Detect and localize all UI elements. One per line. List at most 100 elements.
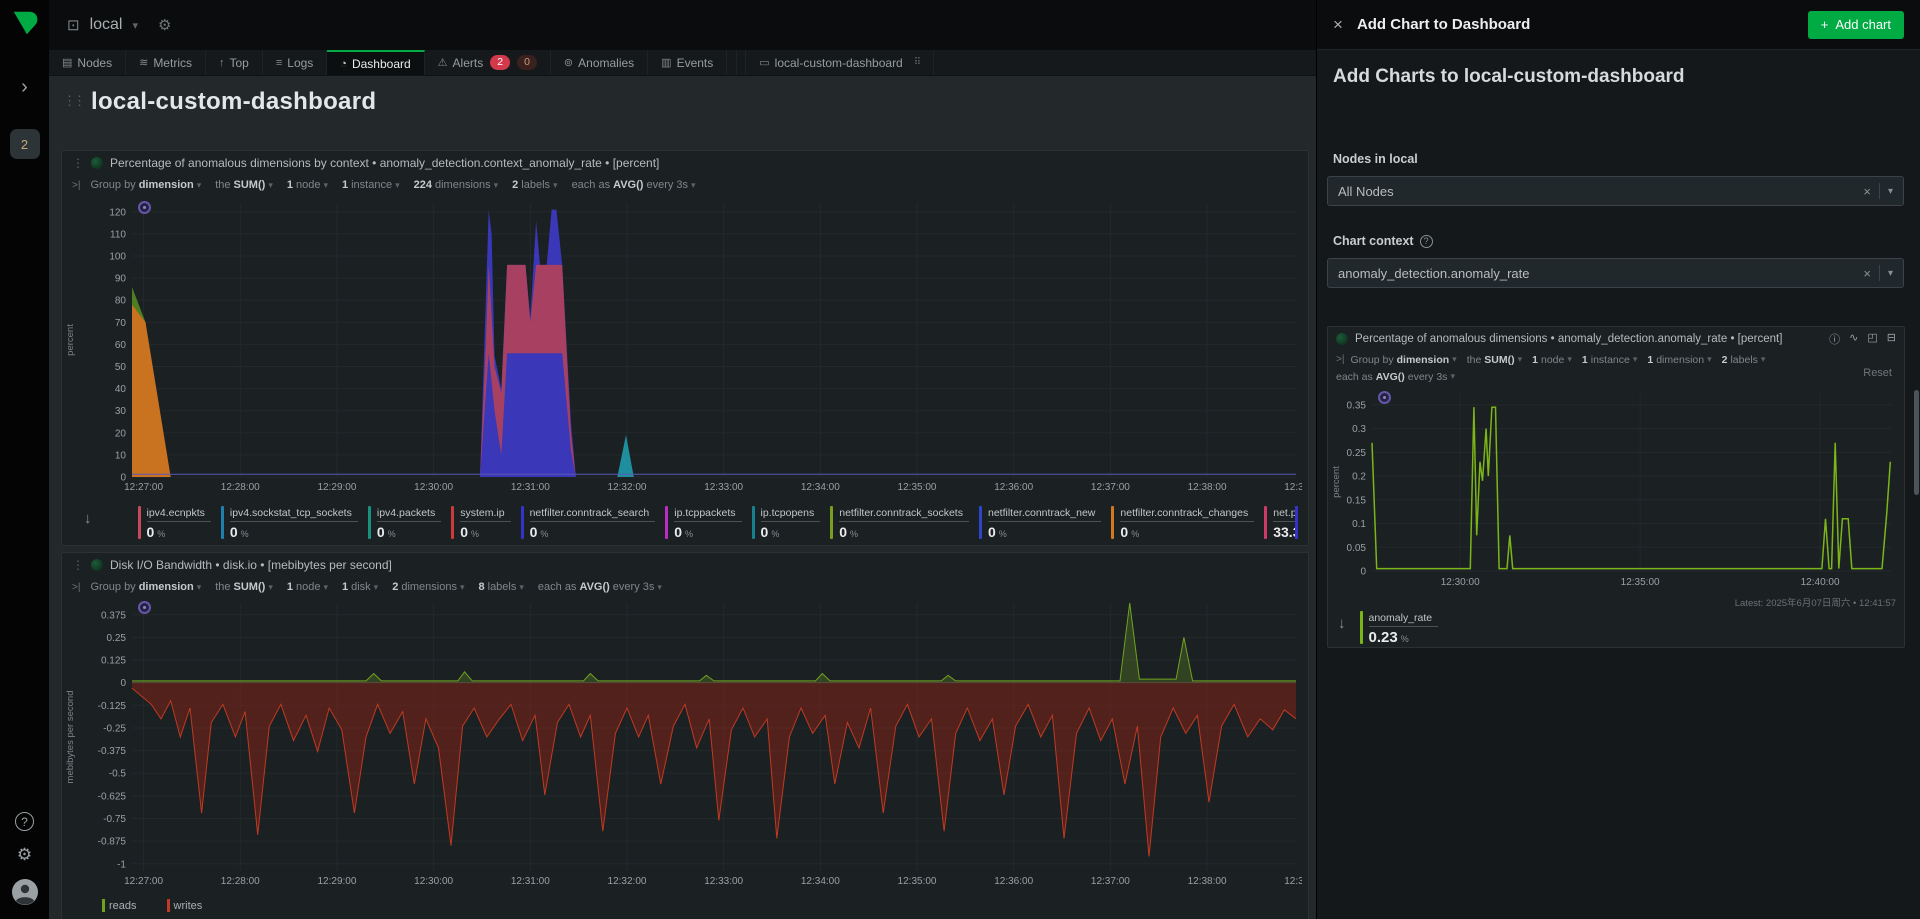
chevron-down-icon[interactable]: ▾ xyxy=(519,582,524,593)
tab-top[interactable]: ↑Top xyxy=(206,50,263,75)
toolbar-segment[interactable]: 1 node▾ xyxy=(287,179,328,191)
chevron-down-icon[interactable]: ▾ xyxy=(268,582,273,593)
toolbar-segment[interactable]: Group by dimension▾ xyxy=(90,179,201,191)
toolbar-segment[interactable]: 1 disk▾ xyxy=(342,581,378,593)
chart-plot-area[interactable]: 12:27:0012:28:0012:29:0012:30:0012:31:00… xyxy=(62,195,1308,500)
settings-gear-icon[interactable]: ⚙ xyxy=(17,845,32,865)
dimension-pill-net-packets[interactable]: net.packets33.33% xyxy=(1264,506,1295,542)
legend-item-writes[interactable]: writes xyxy=(167,899,203,912)
chevron-down-icon[interactable]: ▾ xyxy=(1450,371,1455,382)
chevron-down-icon[interactable]: ▾ xyxy=(1761,354,1766,365)
fullscreen-icon[interactable]: ◰ xyxy=(1867,331,1877,347)
chart-plot-area[interactable]: 12:27:0012:28:0012:29:0012:30:0012:31:00… xyxy=(62,597,1308,894)
space-name[interactable]: local xyxy=(90,16,123,34)
chart-drag-grip[interactable]: ⋮ xyxy=(72,156,84,170)
dimension-pill-ipv4-packets[interactable]: ipv4.packets0% xyxy=(368,506,441,542)
skip-to-end-icon[interactable]: >| xyxy=(72,582,80,593)
chevron-down-icon[interactable]: ▾ xyxy=(1880,268,1893,279)
toolbar-segment[interactable]: 1 node▾ xyxy=(1532,354,1572,366)
toolbar-segment[interactable]: each as AVG() every 3s▾ xyxy=(1336,371,1455,383)
dimension-pill-anomaly-rate[interactable]: anomaly_rate0.23% xyxy=(1360,611,1439,647)
toolbar-segment[interactable]: the SUM()▾ xyxy=(215,581,273,593)
netdata-logo[interactable] xyxy=(10,8,40,38)
dimension-pill-netfilter-conntrack-sockets[interactable]: netfilter.conntrack_sockets0% xyxy=(830,506,969,542)
tab-metrics[interactable]: ≋Metrics xyxy=(126,50,206,75)
panel-anomaly-chart-canvas[interactable]: 12:30:0012:35:0012:40:0000.050.10.150.20… xyxy=(1328,385,1899,590)
chevron-down-icon[interactable]: ▾ xyxy=(460,582,465,593)
title-drag-grip[interactable]: ⋮⋮ xyxy=(63,93,83,109)
toolbar-segment[interactable]: 8 labels▾ xyxy=(479,581,524,593)
space-settings-icon[interactable]: ⚙ xyxy=(158,16,171,34)
chevron-down-icon[interactable]: ▾ xyxy=(1633,354,1638,365)
tab-events[interactable]: ▥Events xyxy=(648,50,727,75)
clear-icon[interactable]: × xyxy=(1855,184,1879,199)
toolbar-segment[interactable]: Group by dimension▾ xyxy=(1350,354,1456,366)
dimension-pill-netfilter-conntrack-new[interactable]: netfilter.conntrack_new0% xyxy=(979,506,1101,542)
anomaly-rate-badge[interactable] xyxy=(1378,391,1391,404)
chevron-down-icon[interactable]: ▾ xyxy=(197,180,202,191)
chevron-down-icon[interactable]: ▾ xyxy=(395,180,400,191)
panel-scrollbar[interactable] xyxy=(1914,390,1919,495)
toolbar-segment[interactable]: each as AVG() every 3s▾ xyxy=(538,581,662,593)
chevron-down-icon[interactable]: ▾ xyxy=(323,582,328,593)
help-icon[interactable]: ? xyxy=(15,812,34,831)
toolbar-segment[interactable]: 1 node▾ xyxy=(287,581,328,593)
skip-to-end-icon[interactable]: >| xyxy=(72,180,80,191)
dimension-pill-system-ip[interactable]: system.ip0% xyxy=(451,506,510,542)
anomaly-rate-badge[interactable] xyxy=(138,601,151,614)
chevron-down-icon[interactable]: ▾ xyxy=(691,180,696,191)
tab-local-custom-dashboard[interactable]: ▭local-custom-dashboard⠿ xyxy=(745,50,934,75)
tab-nodes[interactable]: ▤Nodes xyxy=(49,50,126,75)
tab-dashboard[interactable]: ◔Dashboard xyxy=(327,50,424,75)
chevron-down-icon[interactable]: ▾ xyxy=(197,582,202,593)
chevron-down-icon[interactable]: ▾ xyxy=(1452,354,1457,365)
anomaly-rate-badge[interactable] xyxy=(138,201,151,214)
toolbar-segment[interactable]: Group by dimension▾ xyxy=(90,581,201,593)
toolbar-segment[interactable]: 1 instance▾ xyxy=(1582,354,1637,366)
toolbar-segment[interactable]: the SUM()▾ xyxy=(1467,354,1522,366)
dimension-pill-netfilter-conntrack-changes[interactable]: netfilter.conntrack_changes0% xyxy=(1111,506,1254,542)
dimension-pill-ipv4-sockstat-tcp-sockets[interactable]: ipv4.sockstat_tcp_sockets0% xyxy=(221,506,358,542)
context-select[interactable]: anomaly_detection.anomaly_rate × ▾ xyxy=(1327,258,1904,288)
room-badge[interactable]: 2 xyxy=(10,129,40,159)
chart-plot-area[interactable]: 12:30:0012:35:0012:40:0000.050.10.150.20… xyxy=(1328,385,1904,595)
context-anomaly-chart-canvas[interactable]: 12:27:0012:28:0012:29:0012:30:0012:31:00… xyxy=(62,195,1302,495)
save-icon[interactable]: ⊟ xyxy=(1887,331,1896,347)
chevron-down-icon[interactable]: ▾ xyxy=(657,582,662,593)
skip-to-end-icon[interactable]: >| xyxy=(1336,354,1344,365)
toolbar-segment[interactable]: 2 labels▾ xyxy=(1722,354,1766,366)
chevron-down-icon[interactable]: ▾ xyxy=(494,180,499,191)
context-help-icon[interactable]: ? xyxy=(1420,235,1433,248)
toolbar-segment[interactable]: 1 instance▾ xyxy=(342,179,400,191)
toolbar-segment[interactable]: 1 dimension▾ xyxy=(1647,354,1711,366)
toolbar-segment[interactable]: each as AVG() every 3s▾ xyxy=(572,179,696,191)
reset-button[interactable]: Reset xyxy=(1863,367,1892,379)
dimension-pill-ip-tcppackets[interactable]: ip.tcppackets0% xyxy=(665,506,741,542)
chevron-down-icon[interactable]: ▾ xyxy=(553,180,558,191)
chevron-down-icon[interactable]: ▾ xyxy=(1880,186,1893,197)
tab-alerts[interactable]: ⚠Alerts20 xyxy=(425,50,551,75)
legend-item-reads[interactable]: reads xyxy=(102,899,137,912)
chevron-down-icon[interactable]: ▾ xyxy=(1707,354,1712,365)
chevron-down-icon[interactable]: ▾ xyxy=(268,180,273,191)
toolbar-segment[interactable]: the SUM()▾ xyxy=(215,179,273,191)
tab-anomalies[interactable]: ⊚Anomalies xyxy=(551,50,648,75)
legend-sort-arrow-icon[interactable]: ↓ xyxy=(1338,615,1346,632)
clear-icon[interactable]: × xyxy=(1855,266,1879,281)
tab-logs[interactable]: ≡Logs xyxy=(263,50,327,75)
dimension-pill-netfilter-conntrack-search[interactable]: netfilter.conntrack_search0% xyxy=(521,506,656,542)
chevron-down-icon[interactable]: ▾ xyxy=(1518,354,1523,365)
chevron-down-icon[interactable]: ▾ xyxy=(374,582,379,593)
add-chart-button[interactable]: + Add chart xyxy=(1808,11,1904,39)
disk-io-chart-canvas[interactable]: 12:27:0012:28:0012:29:0012:30:0012:31:00… xyxy=(62,597,1302,889)
toolbar-segment[interactable]: 2 labels▾ xyxy=(512,179,557,191)
tab-drag-grip[interactable]: ⠿ xyxy=(914,57,920,68)
close-icon[interactable]: × xyxy=(1333,15,1343,35)
toolbar-segment[interactable]: 2 dimensions▾ xyxy=(392,581,464,593)
user-avatar[interactable] xyxy=(12,879,38,905)
space-chevron-icon[interactable]: ▾ xyxy=(132,19,138,32)
chevron-down-icon[interactable]: ▾ xyxy=(1567,354,1572,365)
nodes-select[interactable]: All Nodes × ▾ xyxy=(1327,176,1904,206)
anomalies-wave-icon[interactable]: ∿ xyxy=(1849,331,1858,347)
chart-drag-grip[interactable]: ⋮ xyxy=(72,558,84,572)
